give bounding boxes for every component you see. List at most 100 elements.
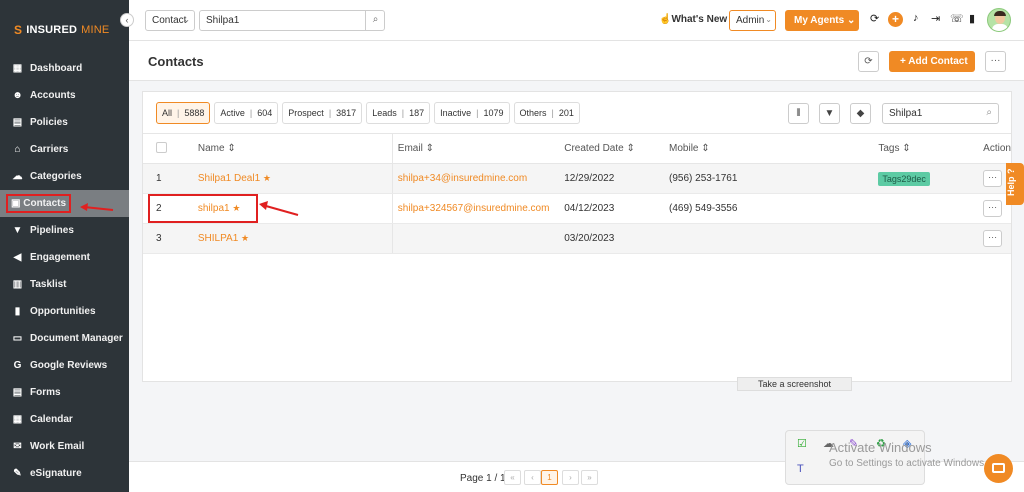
refresh-button[interactable]: ⟳ bbox=[858, 51, 879, 72]
table-search-input[interactable]: Shilpa1 ⌕ bbox=[882, 103, 999, 124]
search-icon: ⌕ bbox=[986, 107, 992, 118]
google-icon: G bbox=[13, 360, 22, 371]
chat-icon bbox=[992, 463, 1005, 473]
sidebar-item-policies[interactable]: ▤ Policies bbox=[0, 109, 129, 136]
sidebar-item-dashboard[interactable]: ▦ Dashboard bbox=[0, 55, 129, 82]
sidebar-item-calendar[interactable]: ▦ Calendar bbox=[0, 406, 129, 433]
contacts-icon: ▣ bbox=[11, 198, 21, 209]
filter-all[interactable]: All | 5888 bbox=[156, 102, 211, 124]
sidebar-item-tasklist[interactable]: ▥ Tasklist bbox=[0, 271, 129, 298]
global-search-input[interactable]: Shilpa1 bbox=[199, 10, 385, 31]
filter-others[interactable]: Others | 201 bbox=[513, 102, 580, 124]
top-bar: Contact ⌄ Shilpa1 ⌕ ☝What's New Admin ⌄ My… bbox=[129, 0, 1024, 41]
table-header-row: Name ⇕ Email ⇕ Created Date ⇕ Mobile ⇕ T… bbox=[143, 133, 1011, 164]
phone-icon[interactable]: ☏ bbox=[950, 12, 964, 25]
contact-name-link[interactable]: Shilpa1 Deal1 bbox=[198, 173, 260, 184]
search-icon[interactable]: ⌕ bbox=[365, 10, 385, 31]
filter-leads[interactable]: Leads | 187 bbox=[366, 102, 431, 124]
sidebar-item-carriers[interactable]: ⌂ Carriers bbox=[0, 136, 129, 163]
tasklist-icon: ▥ bbox=[12, 279, 23, 290]
annotation-arrow-icon bbox=[259, 201, 299, 216]
sidebar-item-document-manager[interactable]: ▭ Document Manager bbox=[0, 325, 129, 352]
chevron-down-icon: ⌄ bbox=[765, 15, 772, 24]
sidebar-item-pipelines[interactable]: ▼ Pipelines bbox=[0, 217, 129, 244]
annotation-arrow-icon bbox=[80, 203, 114, 211]
contact-name-link[interactable]: SHILPA1 bbox=[198, 233, 238, 244]
whats-new-link[interactable]: ☝What's New bbox=[659, 14, 727, 25]
sidebar-nav: ▦ Dashboard ☻ Accounts ▤ Policies ⌂ Carriers… bbox=[0, 55, 129, 487]
opportunities-icon: ▮ bbox=[14, 306, 21, 317]
contact-name-link[interactable]: shilpa1 bbox=[198, 203, 230, 214]
tags-column-header[interactable]: Tags ⇕ bbox=[878, 133, 984, 164]
policies-icon: ▤ bbox=[12, 117, 23, 128]
collapse-sidebar-button[interactable]: ‹ bbox=[120, 13, 134, 27]
name-column-header[interactable]: Name ⇕ bbox=[197, 133, 393, 164]
logout-icon[interactable]: ⇥ bbox=[931, 12, 940, 25]
sidebar-item-work-email[interactable]: ✉ Work Email bbox=[0, 433, 129, 460]
more-options-button[interactable]: ··· bbox=[985, 51, 1006, 72]
teams-icon[interactable]: T bbox=[797, 463, 804, 475]
contact-email-link[interactable]: shilpa+34@insuredmine.com bbox=[398, 173, 527, 184]
prev-page-button[interactable]: ‹ bbox=[524, 470, 541, 485]
current-page-button[interactable]: 1 bbox=[541, 470, 558, 485]
signature-icon: ✎ bbox=[13, 468, 22, 479]
security-check-icon[interactable]: ☑ bbox=[797, 437, 807, 450]
contacts-highlight-box: ▣ Contacts bbox=[6, 194, 72, 213]
contact-email-link[interactable]: shilpa+324567@insuredmine.com bbox=[398, 203, 550, 214]
sort-icon: ⇕ bbox=[701, 143, 710, 154]
role-select[interactable]: Admin ⌄ bbox=[729, 10, 776, 31]
row-actions-button[interactable]: ··· bbox=[983, 200, 1003, 217]
sort-icon: ⇕ bbox=[626, 143, 635, 154]
table-row[interactable]: 3 SHILPA1 ★ 03/20/2023 ··· bbox=[143, 223, 1011, 254]
email-icon: ✉ bbox=[13, 441, 22, 452]
sync-icon[interactable]: ⟳ bbox=[870, 12, 879, 25]
notes-icon[interactable]: ▮ bbox=[969, 12, 975, 25]
chevron-down-icon: ⌄ bbox=[846, 15, 856, 26]
sidebar-item-accounts[interactable]: ☻ Accounts bbox=[0, 82, 129, 109]
star-icon[interactable]: ★ bbox=[263, 173, 271, 183]
add-contact-button[interactable]: + Add Contact bbox=[889, 51, 975, 72]
categories-icon: ☁ bbox=[12, 171, 23, 182]
bell-icon[interactable]: ♪ bbox=[913, 12, 919, 24]
filter-active[interactable]: Active | 604 bbox=[214, 102, 279, 124]
last-page-button[interactable]: » bbox=[581, 470, 598, 485]
filter-prospect[interactable]: Prospect | 3817 bbox=[282, 102, 363, 124]
filter-inactive[interactable]: Inactive | 1079 bbox=[434, 102, 510, 124]
created-date-column-header[interactable]: Created Date ⇕ bbox=[564, 133, 670, 164]
email-column-header[interactable]: Email ⇕ bbox=[391, 133, 565, 164]
columns-icon[interactable]: ⫴ bbox=[788, 103, 809, 124]
sort-icon: ⇕ bbox=[425, 143, 434, 154]
sort-icon: ⇕ bbox=[227, 143, 236, 154]
brand-logo[interactable]: S INSURED MINE bbox=[14, 23, 109, 37]
sidebar-item-categories[interactable]: ☁ Categories bbox=[0, 163, 129, 190]
star-icon[interactable]: ★ bbox=[232, 203, 240, 213]
row-actions-button[interactable]: ··· bbox=[983, 170, 1003, 187]
sidebar-item-esignature[interactable]: ✎ eSignature bbox=[0, 460, 129, 487]
accounts-icon: ☻ bbox=[12, 90, 23, 101]
page-title: Contacts bbox=[148, 54, 204, 69]
table-row[interactable]: 1 Shilpa1 Deal1 ★ shilpa+34@insuredmine.… bbox=[143, 163, 1011, 194]
contacts-table: Name ⇕ Email ⇕ Created Date ⇕ Mobile ⇕ T… bbox=[143, 133, 1011, 254]
sidebar-item-google-reviews[interactable]: G Google Reviews bbox=[0, 352, 129, 379]
my-agents-button[interactable]: My Agents ⌄ bbox=[785, 10, 859, 31]
row-actions-button[interactable]: ··· bbox=[983, 230, 1003, 247]
add-circle-icon[interactable]: + bbox=[888, 12, 903, 27]
hand-icon: ☝ bbox=[659, 14, 672, 25]
sidebar-item-forms[interactable]: ▤ Forms bbox=[0, 379, 129, 406]
tag-icon[interactable]: ◆ bbox=[850, 103, 871, 124]
status-filters: All | 5888 Active | 604 Prospect | 3817 Leads |… bbox=[156, 102, 580, 124]
chat-button[interactable] bbox=[984, 454, 1013, 483]
search-type-select[interactable]: Contact ⌄ bbox=[145, 10, 195, 31]
sidebar-item-engagement[interactable]: ◀ Engagement bbox=[0, 244, 129, 271]
pipelines-icon: ▼ bbox=[12, 225, 23, 236]
mobile-column-header[interactable]: Mobile ⇕ bbox=[669, 133, 879, 164]
sidebar-item-opportunities[interactable]: ▮ Opportunities bbox=[0, 298, 129, 325]
help-tab[interactable]: Help ? bbox=[1006, 163, 1024, 205]
tag-badge: Tags29dec bbox=[878, 171, 930, 186]
filter-icon[interactable]: ▼ bbox=[819, 103, 840, 124]
first-page-button[interactable]: « bbox=[504, 470, 521, 485]
next-page-button[interactable]: › bbox=[562, 470, 579, 485]
star-icon[interactable]: ★ bbox=[241, 233, 249, 243]
avatar[interactable] bbox=[987, 8, 1011, 32]
select-all-checkbox[interactable] bbox=[156, 141, 167, 153]
